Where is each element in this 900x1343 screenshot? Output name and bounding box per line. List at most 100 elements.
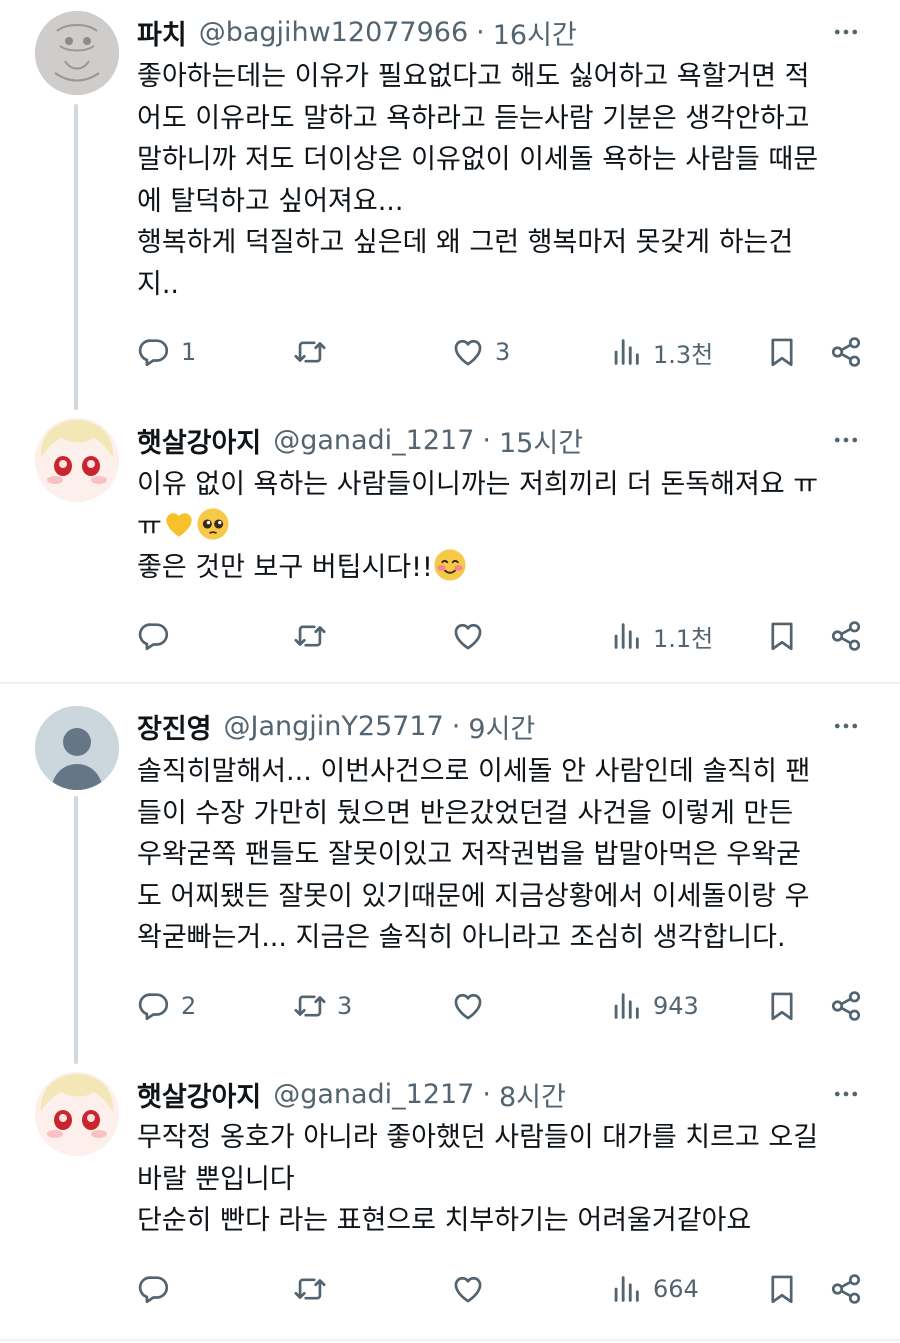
tweet-text-line: 에 탈덕하고 싶어져요... <box>137 185 404 217</box>
tweet-text-line: 이유 없이 욕하는 사람들이니까는 저희끼리 더 돈독해져요 ㅠ <box>137 469 819 500</box>
tweet-text-line: 들이 수장 가만히 뒀으면 반은갔었던걸 사건을 이렇게 만든 <box>137 797 794 829</box>
anime-avatar-icon <box>35 1072 119 1156</box>
tweet-text-line: 행복하게 덕질하고 싶은데 왜 그런 행복마저 못갖게 하는건 <box>137 227 794 258</box>
tweet[interactable]: 파치 @bagjihw12077966 · 16시간 좋아하는데는 이유가 필요… <box>0 0 900 410</box>
reply-icon <box>137 1272 171 1306</box>
tweet[interactable]: 장진영 @JangjinY25717 · 9시간 솔직히말해서... 이번사건으… <box>0 684 900 1050</box>
retweet-icon <box>293 1272 327 1306</box>
bookmark-button[interactable] <box>765 332 799 372</box>
tweet-text-line: 도 어찌됐든 잘못이 있기때문에 지금상황에서 이세돌이랑 우 <box>137 880 810 912</box>
retweet-icon <box>293 989 327 1023</box>
bookmark-icon <box>765 1272 799 1306</box>
like-count: 3 <box>495 338 511 366</box>
action-bar: 664 <box>137 1269 867 1309</box>
reply-count: 1 <box>181 338 197 366</box>
avatar[interactable] <box>35 418 119 502</box>
tweet-header: 햇살강아지 @ganadi_1217 · 15시간 <box>137 421 872 460</box>
tweet-text: 솔직히말해서... 이번사건으로 이세돌 안 사람인데 솔직히 팬 들이 수장 가… <box>137 751 872 959</box>
bookmark-icon <box>765 989 799 1023</box>
views-button[interactable]: 1.3천 <box>609 332 713 372</box>
user-handle[interactable]: @ganadi_1217 <box>273 425 474 456</box>
like-icon <box>451 1272 485 1306</box>
tweet-text-line: 좋아하는데는 이유가 필요없다고 해도 싫어하고 욕할거면 적 <box>137 61 810 92</box>
display-name[interactable]: 장진영 <box>137 707 212 746</box>
avatar[interactable] <box>35 1072 119 1156</box>
bookmark-button[interactable] <box>765 616 799 656</box>
user-handle[interactable]: @ganadi_1217 <box>273 1079 474 1110</box>
retweet-button[interactable]: 3 <box>293 986 352 1026</box>
timestamp[interactable]: 8시간 <box>499 1075 566 1114</box>
like-button[interactable] <box>451 616 495 656</box>
views-icon <box>609 619 643 653</box>
share-icon <box>829 335 863 369</box>
tweet-text-line: 우왁굳쪽 팬들도 잘못이있고 저작권법을 밥말아먹은 우왁굳 <box>137 839 801 870</box>
tweet-text-line: 왁굳빠는거... 지금은 솔직히 아니라고 조심히 생각합니다. <box>137 922 786 953</box>
tweet-text-fragment: ㅠ <box>137 510 162 542</box>
reply-button[interactable]: 1 <box>137 332 196 372</box>
avatar[interactable] <box>35 706 119 790</box>
more-icon[interactable] <box>828 708 864 744</box>
reply-button[interactable]: 2 <box>137 986 196 1026</box>
default-avatar-icon <box>35 706 119 790</box>
like-button[interactable] <box>451 986 495 1026</box>
like-icon <box>451 989 485 1023</box>
anime-avatar-icon <box>35 418 119 502</box>
retweet-count: 3 <box>337 992 353 1020</box>
bookmark-icon <box>765 335 799 369</box>
tweet[interactable]: 햇살강아지 @ganadi_1217 · 8시간 무작정 옹호가 아니라 좋아했… <box>0 1064 900 1343</box>
tweet-text-line: 단순히 빤다 라는 표현으로 치부하기는 어려울거같아요 <box>137 1205 752 1236</box>
bookmark-button[interactable] <box>765 986 799 1026</box>
like-icon <box>451 335 485 369</box>
reply-icon <box>137 335 171 369</box>
display-name[interactable]: 햇살강아지 <box>137 421 261 460</box>
more-icon[interactable] <box>828 14 864 50</box>
tweet-text: 이유 없이 욕하는 사람들이니까는 저희끼리 더 돈독해져요 ㅠㅠ 좋은 것만 보… <box>137 464 872 589</box>
retweet-button[interactable] <box>293 1269 337 1309</box>
separator-dot: · <box>482 424 491 456</box>
share-button[interactable] <box>829 616 863 656</box>
display-name[interactable]: 햇살강아지 <box>137 1075 261 1114</box>
share-button[interactable] <box>829 332 863 372</box>
retweet-button[interactable] <box>293 332 337 372</box>
like-button[interactable]: 3 <box>451 332 510 372</box>
timestamp[interactable]: 15시간 <box>499 421 583 460</box>
tweet-text-line: 어도 이유라도 말하고 욕하라고 듣는사람 기분은 생각안하고 <box>137 102 810 134</box>
reply-count: 2 <box>181 992 197 1020</box>
tweet-text-line: ㅠ <box>137 506 872 548</box>
retweet-button[interactable] <box>293 616 337 656</box>
thread-divider <box>0 1339 900 1341</box>
views-count: 943 <box>653 992 699 1020</box>
action-bar: 1.1천 <box>137 616 867 656</box>
views-button[interactable]: 1.1천 <box>609 616 713 656</box>
more-icon[interactable] <box>828 422 864 458</box>
timestamp[interactable]: 9시간 <box>468 707 535 746</box>
bookmark-button[interactable] <box>765 1269 799 1309</box>
tweet[interactable]: 햇살강아지 @ganadi_1217 · 15시간 이유 없이 욕하는 사람들이… <box>0 410 900 682</box>
more-icon[interactable] <box>828 1076 864 1112</box>
views-icon <box>609 335 643 369</box>
like-button[interactable] <box>451 1269 495 1309</box>
share-button[interactable] <box>829 986 863 1026</box>
share-icon <box>829 619 863 653</box>
separator-dot: · <box>451 710 461 742</box>
views-count: 664 <box>653 1275 699 1303</box>
reply-button[interactable] <box>137 1269 181 1309</box>
user-handle[interactable]: @JangjinY25717 <box>224 711 444 742</box>
share-button[interactable] <box>829 1269 863 1309</box>
retweet-icon <box>293 335 327 369</box>
separator-dot: · <box>482 1078 491 1110</box>
avatar[interactable] <box>35 11 119 95</box>
views-icon <box>609 989 643 1023</box>
tweet-text-line: 좋은 것만 보구 버팁시다!! <box>137 547 872 589</box>
views-button[interactable]: 664 <box>609 1269 699 1309</box>
tweet-text-fragment: 좋은 것만 보구 버팁시다!! <box>137 552 433 583</box>
share-icon <box>829 1272 863 1306</box>
tweet-text-line: 무작정 옹호가 아니라 좋아했던 사람들이 대가를 치르고 오길 <box>137 1122 819 1153</box>
user-handle[interactable]: @bagjihw12077966 <box>199 17 468 48</box>
reply-button[interactable] <box>137 616 181 656</box>
views-button[interactable]: 943 <box>609 986 699 1026</box>
display-name[interactable]: 파치 <box>137 13 187 52</box>
tweet-header: 파치 @bagjihw12077966 · 16시간 <box>137 13 872 52</box>
pleading-face-icon <box>197 507 229 540</box>
timestamp[interactable]: 16시간 <box>493 13 577 52</box>
